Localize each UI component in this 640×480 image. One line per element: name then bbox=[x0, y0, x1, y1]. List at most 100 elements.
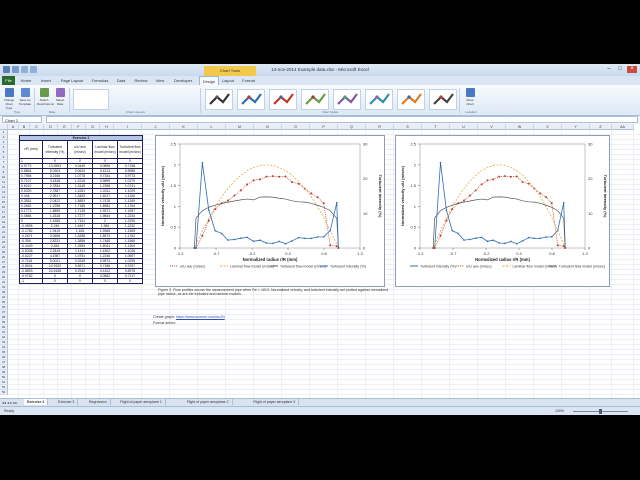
tab-developer[interactable]: Developer bbox=[170, 76, 196, 85]
y-tick-label: 2 bbox=[174, 162, 177, 167]
x-tick-label: -0.7 bbox=[450, 251, 458, 256]
column-header[interactable]: J bbox=[142, 124, 170, 130]
save-as-template-button[interactable]: Save As Template bbox=[18, 88, 32, 108]
column-header[interactable]: AA bbox=[612, 124, 634, 130]
y2-tick-label: 30 bbox=[363, 142, 368, 147]
column-header[interactable]: R bbox=[366, 124, 394, 130]
table-cell[interactable]: 0 bbox=[42, 278, 68, 284]
column-header[interactable]: Z bbox=[590, 124, 612, 130]
chart-layouts-gallery[interactable] bbox=[73, 89, 109, 110]
gridline-horizontal bbox=[8, 344, 640, 345]
column-header[interactable]: V bbox=[478, 124, 506, 130]
sheet-tab[interactable]: Exercise 2 bbox=[24, 399, 49, 405]
column-header[interactable]: E bbox=[58, 124, 72, 130]
table-header-cell[interactable]: r/R (mm) bbox=[19, 140, 43, 159]
sheet-nav-arrows-icon[interactable]: ◂◂ ◂ ▸ ▸▸ bbox=[2, 400, 22, 405]
column-header[interactable]: W bbox=[506, 124, 534, 130]
column-header[interactable]: I bbox=[114, 124, 142, 130]
column-header[interactable]: X bbox=[534, 124, 562, 130]
data-point-velocity bbox=[556, 244, 559, 247]
chart-1[interactable]: 0 0.5 1 1.5 2 2.5 0 10 20 30 -1.2 -0.7 -0.2 0.3 0.8 1.3… bbox=[155, 135, 385, 287]
column-header[interactable]: H bbox=[100, 124, 114, 130]
minimize-button[interactable]: – bbox=[604, 66, 614, 73]
select-data-label: Select Data bbox=[55, 98, 65, 106]
data-point-velocity bbox=[290, 181, 293, 184]
column-header[interactable]: K bbox=[170, 124, 198, 130]
column-header[interactable]: S bbox=[394, 124, 422, 130]
table-header-cell[interactable]: Turbulent intensity (%) bbox=[42, 140, 68, 159]
tab-file[interactable]: File bbox=[2, 76, 15, 85]
column-header[interactable]: O bbox=[282, 124, 310, 130]
sheet-tab[interactable]: Flight of paper aeroplane 3 bbox=[250, 399, 300, 405]
table-cell[interactable]: 0 bbox=[117, 278, 143, 284]
y-tick-label: 1 bbox=[414, 204, 417, 209]
sheet-tabs-bar: ◂◂ ◂ ▸ ▸▸ Exercise 2 Exercise 3 Regression… bbox=[0, 398, 640, 406]
y-tick-label: 0 bbox=[174, 246, 177, 251]
column-header[interactable]: C bbox=[30, 124, 44, 130]
gridline-horizontal bbox=[8, 339, 640, 340]
column-header[interactable]: T bbox=[422, 124, 450, 130]
data-point-velocity bbox=[480, 183, 483, 186]
title-bar: Chart Tools 14-nov-2014 Example data.xls… bbox=[0, 64, 640, 76]
excel-window: Chart Tools 14-nov-2014 Example data.xls… bbox=[0, 64, 640, 415]
table-cell[interactable]: -1 bbox=[19, 278, 43, 284]
zoom-slider-thumb[interactable] bbox=[599, 409, 602, 414]
tab-page-layout[interactable]: Page Layout bbox=[58, 76, 86, 85]
worksheet-grid[interactable]: Exercise 2 r/R (mm) Turbulent intensity (… bbox=[0, 124, 640, 398]
column-header[interactable]: Q bbox=[338, 124, 366, 130]
name-box[interactable]: Chart 2 bbox=[2, 116, 42, 123]
column-header[interactable]: D bbox=[44, 124, 58, 130]
format-series-label: Format series: bbox=[153, 321, 176, 325]
row-header[interactable]: 53 bbox=[0, 390, 8, 395]
column-header[interactable]: B bbox=[19, 124, 30, 130]
table-row: -1 0 0 0 0 bbox=[19, 278, 143, 284]
table-header-cell[interactable]: u/U ave (m/sec) bbox=[67, 140, 93, 159]
chart-2[interactable]: 0 0.5 1 1.5 2 2.5 0 10 20 30 -1.2 -0.7 -0.2 0.3 0.8 1.3… bbox=[395, 135, 610, 287]
tab-data[interactable]: Data bbox=[114, 76, 128, 85]
tab-layout[interactable]: Layout bbox=[220, 76, 236, 85]
table-header-cell[interactable]: Turbulent flow model (m/sec) bbox=[117, 140, 143, 159]
x-tick-label: 1.3 bbox=[582, 251, 588, 256]
column-header[interactable]: L bbox=[198, 124, 226, 130]
switch-row-column-button[interactable]: Switch Row/Column bbox=[37, 88, 54, 108]
status-ready: Ready bbox=[4, 409, 15, 413]
sheet-tab[interactable]: Flight of paper aeroplane 2 bbox=[184, 399, 233, 405]
column-header[interactable]: P bbox=[310, 124, 338, 130]
column-header[interactable]: N bbox=[254, 124, 282, 130]
column-header[interactable]: G bbox=[86, 124, 100, 130]
column-header[interactable]: U bbox=[450, 124, 478, 130]
ribbon: Change Chart Type Save As Template Switc… bbox=[0, 85, 640, 116]
tab-format[interactable]: Format bbox=[240, 76, 257, 85]
data-point-intensity bbox=[227, 239, 229, 241]
sheet-tab[interactable]: Flight of paper aeroplane 1 bbox=[117, 399, 166, 405]
column-header[interactable]: Y bbox=[562, 124, 590, 130]
data-point-intensity bbox=[272, 242, 274, 245]
formula-bar[interactable] bbox=[46, 116, 638, 123]
tab-formulas[interactable]: Formulas bbox=[89, 76, 111, 85]
table-cell[interactable]: 0 bbox=[67, 278, 93, 284]
table-header-cell[interactable]: Laminar flow model (m/sec) bbox=[92, 140, 118, 159]
y-tick-label: 2.5 bbox=[410, 142, 416, 147]
gridline-horizontal bbox=[8, 379, 640, 380]
move-chart-button[interactable]: Move Chart bbox=[463, 88, 477, 108]
column-header[interactable]: F bbox=[72, 124, 86, 130]
data-point-velocity bbox=[433, 247, 436, 249]
select-data-button[interactable]: Select Data bbox=[53, 88, 67, 108]
column-header[interactable]: M bbox=[226, 124, 254, 130]
tab-view[interactable]: View bbox=[153, 76, 167, 85]
maximize-button[interactable]: □ bbox=[615, 66, 625, 73]
data-point-intensity bbox=[492, 239, 494, 241]
column-header[interactable]: A bbox=[8, 124, 19, 130]
table-cell[interactable]: 0 bbox=[92, 278, 118, 284]
sheet-tab[interactable]: Regression bbox=[86, 399, 111, 405]
sheet-tab[interactable]: Exercise 3 bbox=[55, 399, 79, 405]
create-graph-link[interactable]: https://www.screenr.com/ixcJN bbox=[176, 315, 225, 319]
tab-review[interactable]: Review bbox=[132, 76, 150, 85]
gridline-horizontal bbox=[8, 364, 640, 365]
tab-home[interactable]: Home bbox=[19, 76, 33, 85]
tab-insert[interactable]: Insert bbox=[38, 76, 54, 85]
y2-axis-title: Turbulent intensity (%) bbox=[378, 174, 383, 218]
change-chart-type-button[interactable]: Change Chart Type bbox=[2, 88, 16, 110]
x-tick-label: 0.8 bbox=[549, 251, 555, 256]
close-button[interactable]: × bbox=[627, 66, 637, 73]
